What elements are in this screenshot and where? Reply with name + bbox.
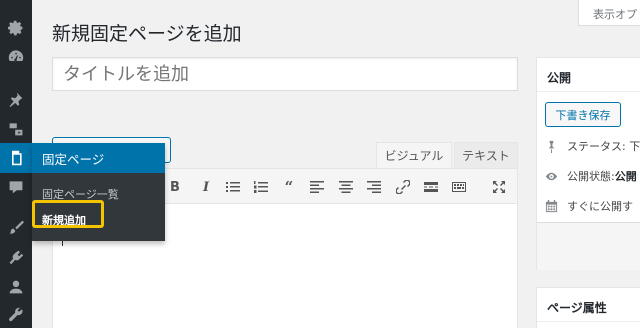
- posts-pin-icon[interactable]: [0, 84, 32, 114]
- pin-icon: [548, 140, 555, 153]
- plugins-icon[interactable]: [0, 242, 32, 272]
- page-title: 新規固定ページを追加: [52, 23, 242, 45]
- calendar-icon: [545, 199, 558, 212]
- post-title-input[interactable]: [52, 57, 518, 91]
- status-text: ステータス: 下: [567, 140, 640, 153]
- tools-wrench-icon[interactable]: [0, 300, 32, 328]
- visibility-label: 公開状態:: [567, 170, 615, 183]
- italic-icon[interactable]: I: [196, 177, 216, 197]
- appearance-brush-icon[interactable]: [0, 212, 32, 242]
- admin-sidebar: [0, 0, 32, 328]
- page-attributes-title[interactable]: ページ属性: [537, 288, 640, 322]
- tab-visual[interactable]: ビジュアル: [376, 142, 452, 168]
- publish-box-title[interactable]: 公開: [537, 58, 640, 92]
- users-icon[interactable]: [0, 272, 32, 302]
- blockquote-icon[interactable]: “: [279, 177, 299, 197]
- fullscreen-icon[interactable]: [489, 177, 509, 197]
- schedule-row: すぐに公開す: [545, 198, 633, 214]
- visibility-row: 公開状態: 公開: [545, 168, 637, 184]
- media-icon[interactable]: [0, 114, 32, 144]
- link-icon[interactable]: [393, 177, 413, 197]
- screen-options-button[interactable]: 表示オプ: [578, 0, 640, 26]
- visibility-value: 公開: [614, 170, 637, 183]
- add-new-highlight-box: [32, 200, 104, 228]
- bullet-list-icon[interactable]: [223, 177, 243, 197]
- numbered-list-icon[interactable]: [251, 177, 271, 197]
- save-draft-button[interactable]: 下書き保存: [545, 102, 621, 127]
- tab-text[interactable]: テキスト: [454, 142, 518, 168]
- align-center-icon[interactable]: [336, 177, 356, 197]
- page-attributes-box: ページ属性: [536, 287, 640, 328]
- read-more-icon[interactable]: [421, 177, 441, 197]
- status-row: ステータス: 下: [545, 138, 640, 154]
- publish-actions: [537, 222, 640, 270]
- pages-icon[interactable]: [0, 143, 32, 173]
- comments-icon[interactable]: [0, 172, 32, 202]
- dashboard-icon[interactable]: [0, 41, 32, 71]
- schedule-text: すぐに公開す: [567, 200, 633, 213]
- publish-box: 公開 下書き保存 ステータス: 下 公開状態: 公開 すぐに公開す: [536, 57, 640, 270]
- align-left-icon[interactable]: [307, 177, 327, 197]
- bold-icon[interactable]: B: [165, 177, 185, 197]
- settings-gear-icon[interactable]: [0, 13, 32, 43]
- eye-icon: [545, 172, 558, 180]
- submenu-header-pages[interactable]: 固定ページ: [32, 143, 165, 173]
- toolbar-toggle-icon[interactable]: [449, 177, 469, 197]
- align-right-icon[interactable]: [364, 177, 384, 197]
